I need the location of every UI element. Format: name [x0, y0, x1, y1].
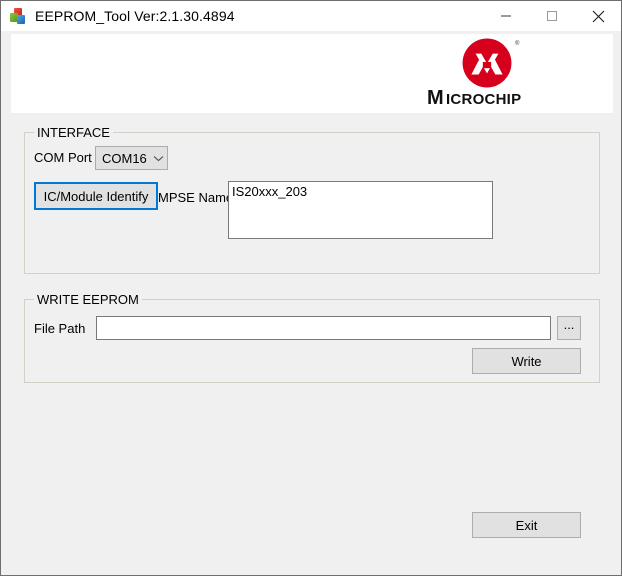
file-path-label: File Path	[34, 321, 86, 336]
write-eeprom-group-title: WRITE EEPROM	[34, 292, 142, 307]
microchip-logo: ® M ICROCHIP	[427, 38, 577, 110]
close-icon	[592, 10, 604, 22]
close-button[interactable]	[575, 1, 621, 31]
title-bar: EEPROM_Tool Ver:2.1.30.4894	[1, 1, 621, 31]
mpse-name-textbox[interactable]: IS20xxx_203	[228, 181, 493, 239]
mpse-name-label: MPSE Name:	[158, 190, 237, 205]
maximize-icon	[547, 11, 557, 21]
minimize-icon	[501, 15, 511, 17]
exit-button[interactable]: Exit	[472, 512, 581, 538]
write-button[interactable]: Write	[472, 348, 581, 374]
com-port-label: COM Port	[34, 150, 92, 165]
eeprom-tool-window: EEPROM_Tool Ver:2.1.30.4894 ® M ICROCHIP…	[0, 0, 622, 576]
browse-file-button[interactable]: ...	[557, 316, 581, 340]
logo-banner: ® M ICROCHIP	[11, 34, 613, 113]
file-path-input[interactable]	[96, 316, 551, 340]
window-title: EEPROM_Tool Ver:2.1.30.4894	[35, 8, 235, 24]
ic-module-identify-button[interactable]: IC/Module Identify	[34, 182, 158, 210]
interface-group-title: INTERFACE	[34, 125, 113, 140]
window-controls	[483, 1, 621, 31]
microchip-logo-icon	[462, 38, 512, 88]
com-port-value: COM16	[102, 150, 147, 166]
registered-trademark-symbol: ®	[515, 41, 520, 47]
svg-text:M: M	[427, 87, 443, 109]
com-port-select[interactable]: COM16	[95, 146, 168, 170]
maximize-button[interactable]	[529, 1, 575, 31]
microchip-wordmark: M ICROCHIP	[427, 87, 521, 109]
svg-text:ICROCHIP: ICROCHIP	[446, 91, 521, 108]
app-icon	[10, 8, 26, 24]
minimize-button[interactable]	[483, 1, 529, 31]
chevron-down-icon	[149, 155, 167, 162]
